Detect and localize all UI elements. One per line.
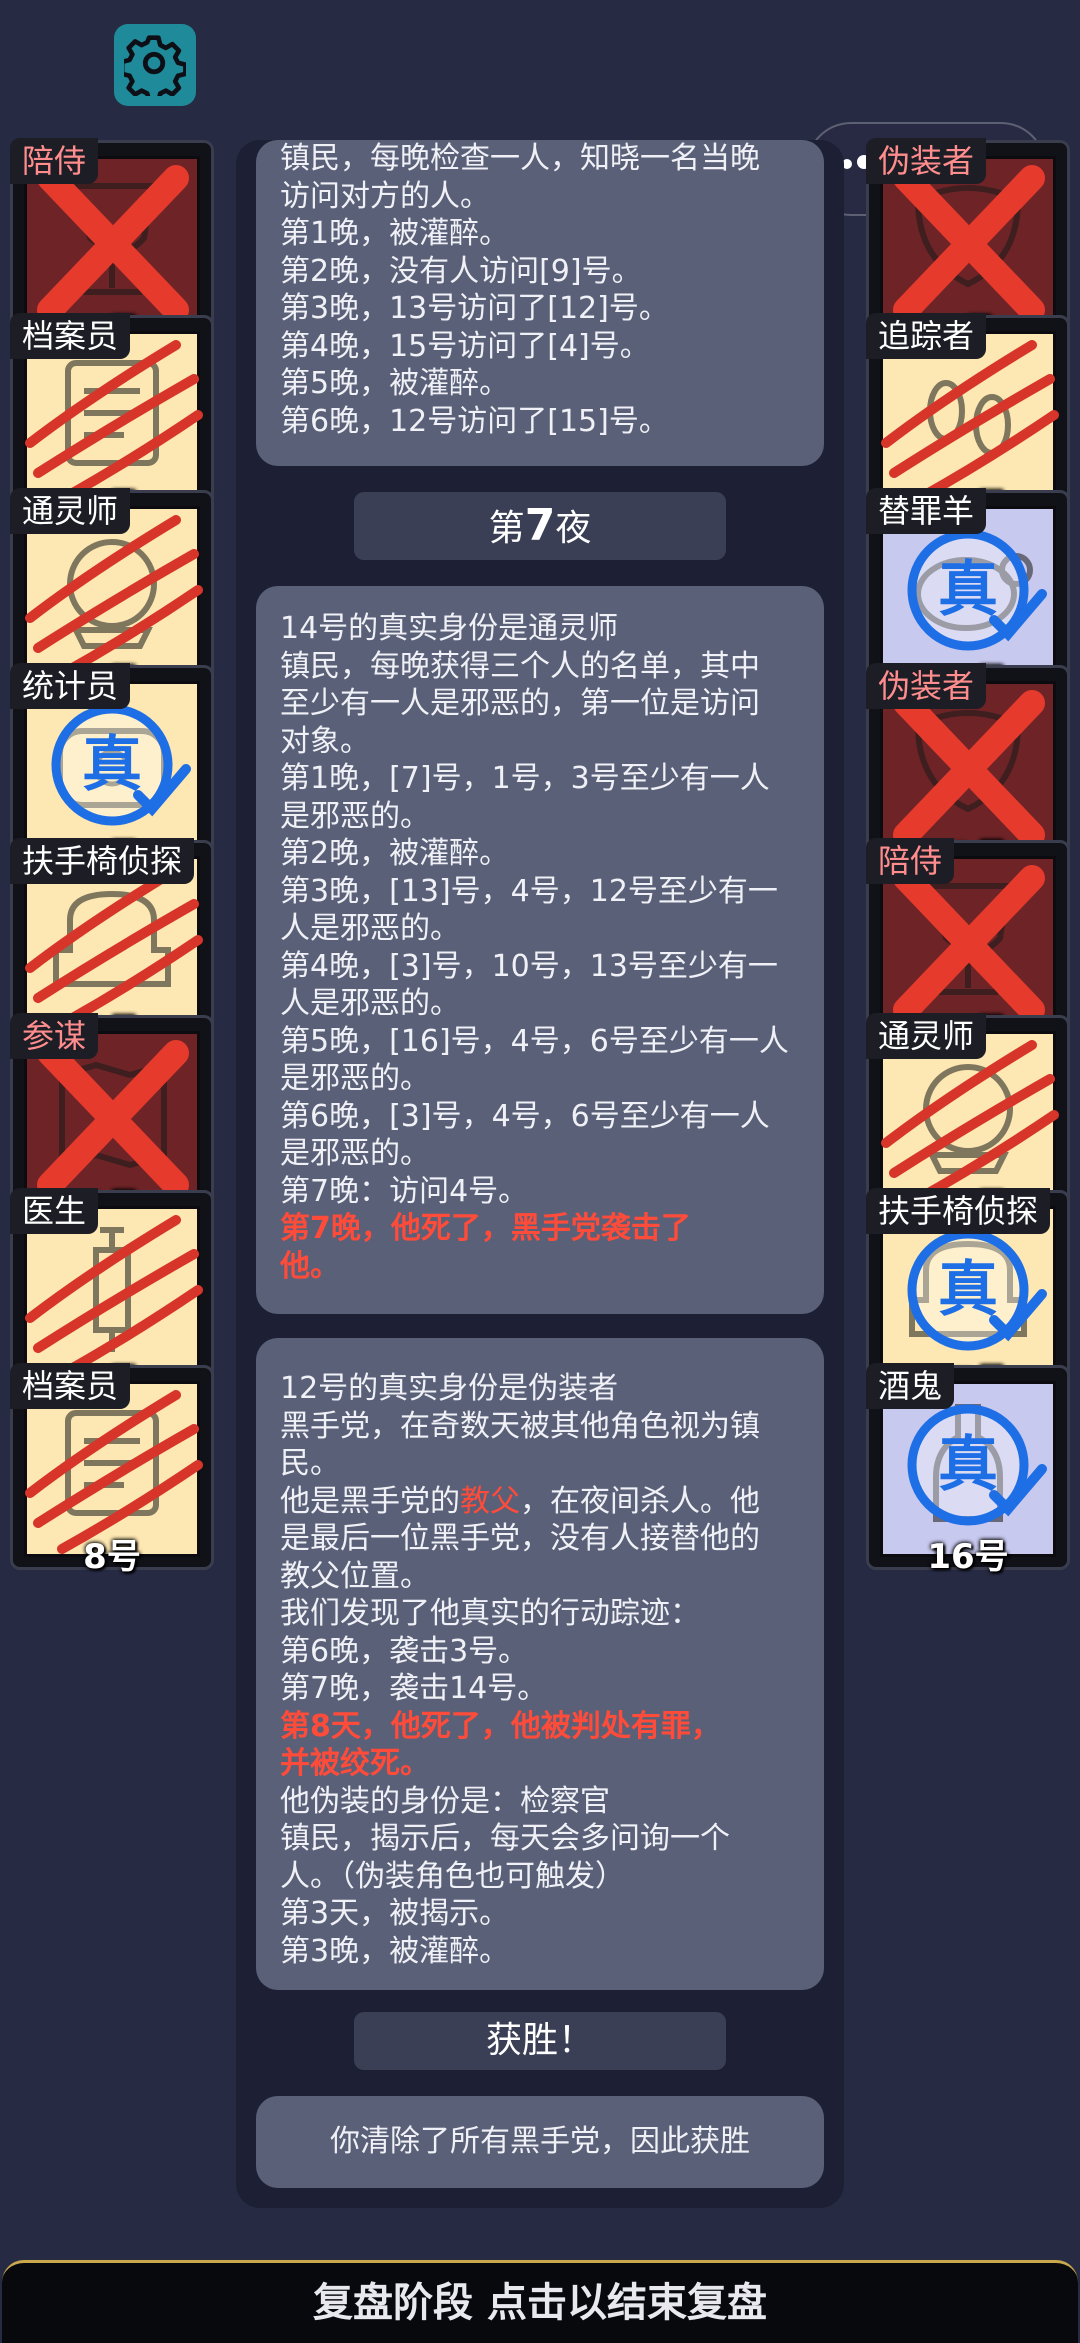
role-label: 统计员	[10, 663, 131, 709]
message-line: 第3天，被揭示。	[280, 1896, 510, 1931]
godfather-pre: 他是黑手党的	[280, 1483, 460, 1519]
message-line: 第7晚，他死了，黑手党袭击了	[280, 1211, 691, 1246]
role-label: 医生	[10, 1188, 99, 1234]
message-line: 并被绞死。	[280, 1746, 430, 1781]
message-line: 镇民，揭示后，每天会多问询一个	[280, 1821, 730, 1856]
message-line: 是最后一位黑手党，没有人接替他的	[280, 1521, 760, 1556]
message-lines: 他伪装的身份是：检察官 镇民，揭示后，每天会多问询一个 人。（伪装角色也可触发） 第3…	[280, 1783, 800, 1971]
role-label: 档案员	[10, 313, 131, 359]
message-line: 是邪恶的。	[280, 798, 430, 834]
role-label: 通灵师	[866, 1013, 987, 1059]
message-line: 第7晚：访问4号。	[280, 1173, 529, 1209]
message-line: 第3晚，[13]号，4号，12号至少有一	[280, 873, 778, 909]
role-label: 酒鬼	[866, 1363, 955, 1409]
message-lines: 是最后一位黑手党，没有人接替他的 教父位置。 我们发现了他真实的行动踪迹： 第6晚，袭…	[280, 1520, 800, 1708]
message-line: 访问对方的人。	[280, 178, 490, 214]
death-notice: 第7晚，他死了，黑手党袭击了 他。	[280, 1210, 800, 1285]
message-lines: 12号的真实身份是伪装者 黑手党，在奇数天被其他角色视为镇 民。	[280, 1370, 800, 1483]
role-label: 伪装者	[866, 663, 987, 709]
message-line: 我们发现了他真实的行动踪迹：	[280, 1596, 700, 1631]
message-line: 第1晚，被灌醉。	[280, 216, 510, 251]
gear-icon	[124, 35, 186, 96]
message-line: 人。（伪装角色也可触发）	[280, 1858, 625, 1894]
message-line: 14号的真实身份是通灵师	[280, 611, 619, 646]
message-line: 第6晚，12号访问了[15]号。	[280, 403, 669, 439]
victory-card: 你清除了所有黑手党，因此获胜	[256, 2096, 824, 2188]
message-line: 至少有一人是邪恶的，第一位是访问	[280, 686, 760, 721]
role-label: 扶手椅侦探	[866, 1188, 1051, 1234]
message-line: 第4晚，15号访问了[4]号。	[280, 328, 650, 364]
godfather-role: 教父	[460, 1483, 520, 1519]
role-label: 陪侍	[866, 838, 955, 884]
message-line: 是邪恶的。	[280, 1061, 430, 1096]
true-stamp-text: 真	[938, 555, 998, 625]
message-card-1: 镇民，每晚检查一人，知晓一名当晚 访问对方的人。 第1晚，被灌醉。 第2晚，没有人访问…	[256, 140, 824, 466]
message-line: 12号的真实身份是伪装者	[280, 1371, 619, 1406]
night-header: 第7夜	[354, 492, 726, 560]
message-line: 民。	[280, 1446, 340, 1481]
true-stamp-text: 真	[938, 1430, 998, 1500]
role-label: 参谋	[10, 1013, 99, 1059]
message-line: 第6晚，[3]号，4号，6号至少有一人	[280, 1098, 770, 1134]
message-line: 第1晚，[7]号，1号，3号至少有一人	[280, 761, 770, 796]
message-line: 镇民，每晚获得三个人的名单，其中	[280, 648, 760, 684]
message-line: 第6晚，袭击3号。	[280, 1633, 529, 1669]
message-line: 是邪恶的。	[280, 1136, 430, 1171]
message-line: 第5晚，被灌醉。	[280, 366, 510, 401]
night-suffix: 夜	[555, 508, 592, 549]
godfather-post: ，在夜间杀人。他	[520, 1483, 760, 1519]
message-line: 第3晚，被灌醉。	[280, 1933, 510, 1969]
role-label: 陪侍	[10, 138, 99, 184]
night-prefix: 第	[488, 508, 525, 549]
message-line: 教父位置。	[280, 1558, 430, 1594]
victory-title: 获胜！	[485, 2020, 594, 2061]
true-stamp-text: 真	[82, 730, 142, 800]
message-line: 第3晚，13号访问了[12]号。	[280, 291, 669, 326]
role-label: 伪装者	[866, 138, 987, 184]
message-lines: 14号的真实身份是通灵师 镇民，每晚获得三个人的名单，其中 至少有一人是邪恶的，第一…	[280, 610, 800, 1210]
victory-text: 你清除了所有黑手党，因此获胜	[330, 2124, 750, 2159]
message-line: 第2晚，没有人访问[9]号。	[280, 253, 642, 289]
message-line: 镇民，每晚检查一人，知晓一名当晚	[280, 141, 760, 176]
message-line: 人是邪恶的。	[280, 986, 460, 1021]
role-label: 替罪羊	[866, 488, 987, 534]
role-label: 通灵师	[10, 488, 131, 534]
message-line: 第7晚，袭击14号。	[280, 1671, 548, 1706]
godfather-line: 他是黑手党的教父，在夜间杀人。他	[280, 1483, 800, 1521]
role-label: 档案员	[10, 1363, 131, 1409]
message-line: 黑手党，在奇数天被其他角色视为镇	[280, 1408, 760, 1444]
message-card-2: 14号的真实身份是通灵师 镇民，每晚获得三个人的名单，其中 至少有一人是邪恶的，第一…	[256, 586, 824, 1314]
message-lines: 镇民，每晚检查一人，知晓一名当晚 访问对方的人。 第1晚，被灌醉。 第2晚，没有人访问…	[280, 140, 800, 440]
night-number: 7	[524, 500, 556, 551]
message-line: 第5晚，[16]号，4号，6号至少有一人	[280, 1023, 789, 1059]
player-number: 8号	[83, 1537, 141, 1577]
role-label: 扶手椅侦探	[10, 838, 195, 884]
message-line: 第2晚，被灌醉。	[280, 836, 510, 871]
settings-button[interactable]	[114, 24, 196, 106]
message-card-3: 12号的真实身份是伪装者 黑手党，在奇数天被其他角色视为镇 民。 他是黑手党的教父，…	[256, 1338, 824, 1990]
message-line: 第4晚，[3]号，10号，13号至少有一	[280, 948, 778, 984]
message-line: 他伪装的身份是：检察官	[280, 1783, 610, 1819]
message-line: 第8天，他死了，他被判处有罪，	[280, 1708, 721, 1744]
message-line: 人是邪恶的。	[280, 911, 460, 946]
role-label: 追踪者	[866, 313, 987, 359]
player-card[interactable]: 档案员 8号	[10, 1363, 214, 1577]
message-line: 他。	[280, 1248, 340, 1284]
message-line: 对象。	[280, 723, 370, 759]
death-notice: 第8天，他死了，他被判处有罪， 并被绞死。	[280, 1708, 800, 1783]
end-review-button[interactable]: 复盘阶段 点击以结束复盘	[2, 2260, 1078, 2343]
victory-header: 获胜！	[354, 2012, 726, 2070]
player-card[interactable]: 真 酒鬼 16号	[866, 1363, 1070, 1577]
player-number: 16号	[927, 1537, 1009, 1577]
true-stamp-text: 真	[938, 1255, 998, 1325]
end-review-label: 复盘阶段 点击以结束复盘	[313, 2280, 767, 2326]
